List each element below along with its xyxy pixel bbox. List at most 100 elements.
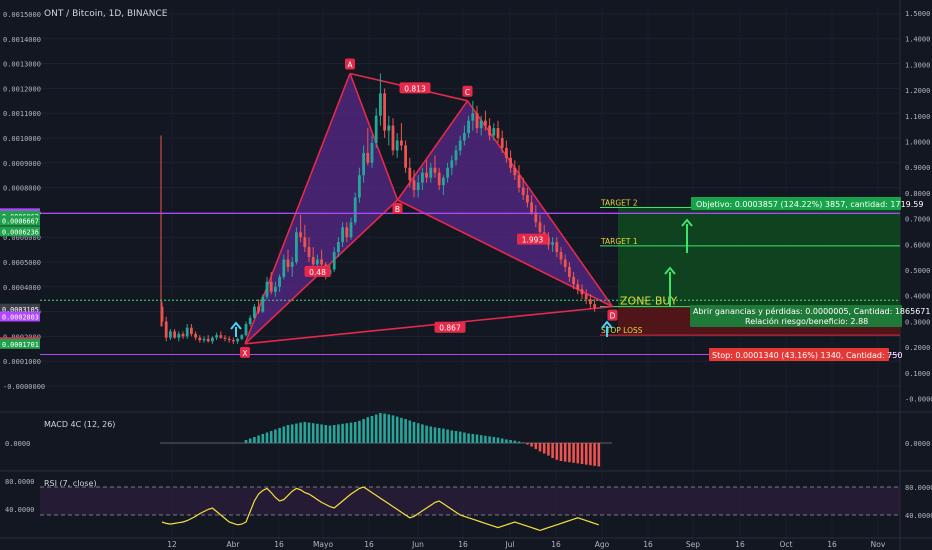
price-label-text: 0.0006667 — [2, 218, 39, 226]
candle-body — [282, 259, 286, 277]
candle-body — [211, 337, 214, 342]
candle-body — [584, 294, 588, 300]
macd-bar — [282, 426, 286, 443]
macd-bar — [496, 437, 500, 443]
candle-body — [509, 157, 512, 168]
candle-body — [286, 259, 290, 267]
y-tick-left: -0.0000000 — [3, 383, 45, 391]
macd-bar — [517, 441, 521, 443]
candle-body — [421, 172, 424, 183]
candle-body — [454, 150, 458, 161]
point-label: C — [465, 88, 470, 97]
candle-body — [307, 247, 311, 258]
target-zone — [618, 207, 900, 307]
y-tick-left: 0.0009000 — [3, 160, 41, 168]
macd-bar — [568, 443, 571, 463]
macd-bar — [328, 425, 332, 443]
candle-body — [227, 338, 231, 341]
candle-body — [479, 120, 483, 129]
macd-bar — [366, 417, 370, 443]
y-tick-right: 0.3000 — [905, 318, 930, 326]
macd-bar — [345, 423, 349, 443]
macd-bar — [408, 420, 412, 443]
macd-bar — [253, 437, 256, 443]
ratio-label: 1.993 — [522, 236, 544, 245]
candle-body — [500, 138, 504, 148]
price-label-text: 0.0001701 — [2, 341, 39, 349]
candle-body — [198, 337, 202, 341]
macd-bar — [383, 413, 386, 443]
candle-body — [349, 222, 353, 238]
candle-body — [219, 335, 223, 338]
candle-body — [370, 142, 374, 163]
candle-body — [505, 147, 508, 158]
macd-bar — [265, 432, 269, 443]
y-tick-right: 1.3000 — [905, 61, 930, 69]
chart-root: TARGET 2 TARGET 1 ZONE BUY STOP LOSS XABCD0… — [0, 0, 932, 550]
candle-body — [517, 175, 521, 188]
candle-body — [353, 197, 357, 223]
level-label: ZONE BUY — [620, 295, 677, 308]
macd-bar — [597, 443, 601, 467]
x-tick-label: Jun — [411, 540, 424, 549]
candle-body — [164, 321, 168, 338]
candle-body — [412, 180, 416, 191]
candle-body — [295, 232, 298, 262]
x-tick-label: 16 — [551, 540, 561, 549]
macd-bar — [547, 443, 550, 456]
candle-body — [530, 202, 533, 213]
candle-body — [278, 276, 281, 287]
y-tick-right: -0.0000 — [905, 396, 932, 404]
trading-chart[interactable]: TARGET 2TARGET 1ZONE BUYSTOP LOSS XABCD0… — [0, 0, 932, 550]
macd-bar — [337, 424, 340, 443]
y-tick-right: 1.5000 — [905, 10, 930, 18]
macd-bar — [244, 440, 248, 443]
candle-body — [274, 286, 277, 292]
macd-bar — [362, 419, 365, 443]
y-tick-right: 0.5000 — [905, 267, 930, 275]
macd-bar — [580, 443, 584, 464]
candle-body — [248, 317, 252, 324]
macd-bar — [530, 443, 533, 447]
ratio-label: 0.48 — [309, 268, 326, 277]
candle-body — [202, 338, 206, 341]
point-label: B — [395, 205, 400, 214]
macd-bar — [576, 443, 580, 464]
candle-body — [358, 175, 361, 198]
candle-body — [416, 182, 420, 191]
y-tick-right: 1.0000 — [905, 139, 930, 147]
candle-body — [240, 335, 244, 339]
macd-bar — [278, 428, 281, 443]
price-label-text: 0.0002803 — [2, 313, 39, 321]
candle-body — [471, 113, 475, 121]
macd-bar — [425, 425, 428, 443]
candle-body — [337, 242, 340, 253]
x-tick-label: 16 — [458, 540, 468, 549]
candle-body — [206, 338, 210, 342]
ratio-label: 0.867 — [439, 324, 461, 333]
rsi-tick-left: 40.0000 — [5, 506, 35, 514]
candle-body — [341, 227, 344, 243]
y-tick-right: 0.7000 — [905, 216, 930, 224]
x-tick-label: Ago — [595, 540, 610, 549]
x-tick-label: 16 — [643, 540, 653, 549]
macd-bar — [248, 438, 252, 443]
macd-bar — [412, 422, 416, 443]
candle-body — [563, 259, 567, 267]
macd-bar — [551, 443, 554, 458]
macd-bar — [341, 423, 344, 443]
pnl-text: Abrir ganancias y pérdidas: 0.0000005, C… — [693, 306, 930, 316]
candle-body — [332, 252, 336, 270]
macd-label: MACD 4C (12, 26) — [44, 420, 115, 429]
macd-bar — [584, 443, 588, 465]
candle-body — [391, 125, 395, 151]
macd-zero-left: 0.0000 — [5, 440, 30, 448]
candle-body — [555, 242, 559, 253]
macd-bar — [353, 422, 357, 443]
candle-body — [559, 252, 563, 260]
point-label: A — [347, 61, 353, 70]
macd-bar — [563, 443, 567, 462]
y-tick-left: 0.0012000 — [3, 85, 41, 93]
candle-body — [463, 133, 466, 141]
macd-bar — [274, 429, 277, 443]
